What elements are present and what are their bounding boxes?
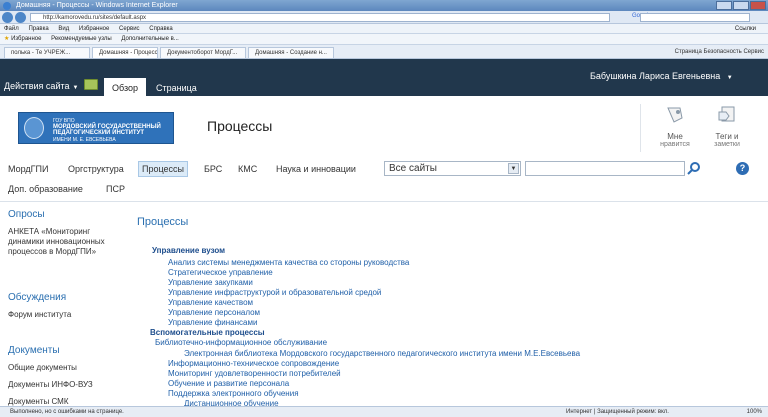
divider (0, 201, 768, 202)
divider (640, 104, 641, 152)
nav-item-psr[interactable]: ПСР (106, 184, 125, 194)
menu-item-view[interactable]: Вид (58, 26, 69, 32)
back-arrow-icon[interactable] (2, 12, 13, 23)
like-button[interactable]: Мне нравится (653, 104, 697, 154)
tags-label2: заметки (714, 141, 740, 148)
tree-link[interactable]: Электронная библиотека Мордовского госуд… (184, 349, 580, 358)
nav-item-kms[interactable]: КМС (238, 164, 257, 174)
nav-item-additional-education[interactable]: Доп. образование (8, 184, 83, 194)
ie-logo-icon (3, 2, 11, 10)
browser-tab-active[interactable]: Домашняя - Процессы (92, 47, 158, 58)
address-bar: http://kamorovedu.ru/sites/default.aspx … (0, 11, 768, 24)
leftnav-heading-discussions[interactable]: Обсуждения (8, 292, 66, 303)
nav-buttons (2, 12, 26, 23)
browser-tab[interactable]: полька - Те УЧРЕЖ... (4, 47, 90, 58)
search-icon[interactable] (686, 161, 702, 176)
nav-item-processes[interactable]: Процессы (138, 161, 189, 177)
tree-link[interactable]: Управление закупками (168, 278, 253, 287)
chevron-down-icon: ▼ (72, 85, 79, 91)
forward-arrow-icon[interactable] (15, 12, 26, 23)
tree-heading[interactable]: Вспомогательные процессы (150, 328, 265, 337)
browser-search-input[interactable] (640, 13, 750, 22)
browser-tab[interactable]: Документоборот МордГ... (160, 47, 246, 58)
favorites-label[interactable]: Избранное (11, 36, 41, 42)
university-seal-icon (24, 117, 44, 139)
ribbon-bar: Действия сайта ▼ Обзор Страница Бабушкина… (0, 59, 768, 96)
tree-link[interactable]: Анализ системы менеджмента качества со с… (168, 258, 409, 267)
tree-link[interactable]: Обучение и развитие персонала (168, 379, 289, 388)
menu-item-edit[interactable]: Правка (28, 26, 48, 32)
tree-link[interactable]: Библиотечно-информационное обслуживание (155, 338, 327, 347)
favorite-link[interactable]: Дополнительные в... (121, 36, 178, 42)
tags-notes-icon (718, 106, 735, 122)
menu-item-help[interactable]: Справка (149, 26, 173, 32)
leftnav-item-forum[interactable]: Форум института (8, 310, 118, 320)
tree-link[interactable]: Стратегическое управление (168, 268, 273, 277)
tree-link[interactable]: Управление финансами (168, 318, 257, 327)
browser-tools[interactable]: Страница Безопасность Сервис (675, 47, 764, 58)
leftnav-item-survey[interactable]: АНКЕТА «Мониторинг динамики инновационны… (8, 227, 118, 257)
status-zone: Интернет | Защищенный режим: вкл. (566, 409, 669, 415)
tab-browse[interactable]: Обзор (104, 78, 146, 96)
logo-line3: ИМЕНИ М. Е. ЕВСЕВЬЕВА (53, 137, 116, 143)
tab-page[interactable]: Страница (156, 83, 197, 93)
tree-link[interactable]: Управление инфраструктурой и образовател… (168, 288, 381, 297)
tree-link[interactable]: Мониторинг удовлетворенности потребителе… (168, 369, 341, 378)
content-title: Процессы (137, 216, 189, 228)
favorite-link[interactable]: Рекомендуемые узлы (51, 36, 112, 42)
tags-notes-button[interactable]: Теги и заметки (705, 104, 749, 154)
search-scope-select[interactable]: Все сайты ▼ (384, 161, 521, 176)
leftnav-heading-documents[interactable]: Документы (8, 345, 60, 356)
window-titlebar: Домашняя - Процессы - Windows Internet E… (0, 0, 768, 11)
user-name: Бабушкина Лариса Евгеньевна (590, 71, 721, 81)
window-title: Домашняя - Процессы - Windows Internet E… (16, 2, 178, 9)
menu-item-file[interactable]: Файл (4, 26, 19, 32)
links-label[interactable]: Ссылки (735, 24, 756, 34)
logo-line2: МОРДОВСКИЙ ГОСУДАРСТВЕННЫЙ ПЕДАГОГИЧЕСКИ… (53, 124, 161, 136)
tree-link[interactable]: Информационно-техническое сопровождение (168, 359, 339, 368)
tree-link[interactable]: Управление персоналом (168, 308, 260, 317)
chevron-down-icon[interactable]: ▼ (508, 163, 519, 174)
status-text[interactable]: Выполнено, но с ошибками на странице. (10, 407, 124, 417)
like-label1: Мне (667, 132, 683, 141)
menu-bar: Файл Правка Вид Избранное Сервис Справка… (0, 24, 768, 34)
tree-heading[interactable]: Управление вузом (152, 246, 225, 255)
menu-item-favorites[interactable]: Избранное (79, 26, 109, 32)
close-button[interactable] (750, 1, 766, 10)
tree-link[interactable]: Управление качеством (168, 298, 253, 307)
nav-item-mordgpi[interactable]: МордГПИ (8, 164, 48, 174)
search-scope-value: Все сайты (389, 163, 437, 174)
user-menu[interactable]: Бабушкина Лариса Евгеньевна ▼ (590, 71, 733, 81)
zoom-level[interactable]: 100% (747, 407, 762, 417)
favorites-star-icon: ★ (4, 36, 10, 42)
site-logo[interactable]: ГОУ ВПО МОРДОВСКИЙ ГОСУДАРСТВЕННЫЙ ПЕДАГ… (18, 112, 174, 144)
minimize-button[interactable] (716, 1, 732, 10)
nav-item-orgstructure[interactable]: Оргструктура (68, 164, 124, 174)
search-input[interactable] (525, 161, 685, 176)
window-controls (716, 1, 766, 10)
leftnav-item-shared-docs[interactable]: Общие документы (8, 363, 118, 373)
leftnav-heading-surveys[interactable]: Опросы (8, 209, 45, 220)
nav-item-brs[interactable]: БРС (204, 164, 222, 174)
favorites-bar: ★ Избранное Рекомендуемые узлы Дополните… (0, 34, 768, 45)
maximize-button[interactable] (733, 1, 749, 10)
page-title: Процессы (207, 118, 273, 134)
tree-link[interactable]: Поддержка электронного обучения (168, 389, 299, 398)
nav-item-science[interactable]: Наука и инновации (276, 164, 356, 174)
help-icon[interactable]: ? (736, 162, 749, 175)
menu-item-tools[interactable]: Сервис (119, 26, 140, 32)
like-icon (667, 107, 683, 123)
folder-icon[interactable] (84, 79, 98, 90)
browser-tabs: полька - Те УЧРЕЖ... Домашняя - Процессы… (0, 45, 768, 59)
site-actions-label: Действия сайта (4, 81, 70, 91)
tags-label1: Теги и (715, 132, 739, 141)
url-field[interactable]: http://kamorovedu.ru/sites/default.aspx (30, 13, 610, 22)
browser-tab[interactable]: Домашняя - Создание н... (248, 47, 334, 58)
chevron-down-icon: ▼ (726, 75, 733, 81)
like-label2: нравится (660, 141, 690, 148)
site-actions-menu[interactable]: Действия сайта ▼ (4, 81, 78, 91)
leftnav-item-info-vuz-docs[interactable]: Документы ИНФО-ВУЗ (8, 380, 118, 390)
status-bar: Выполнено, но с ошибками на странице. Ин… (0, 406, 768, 417)
